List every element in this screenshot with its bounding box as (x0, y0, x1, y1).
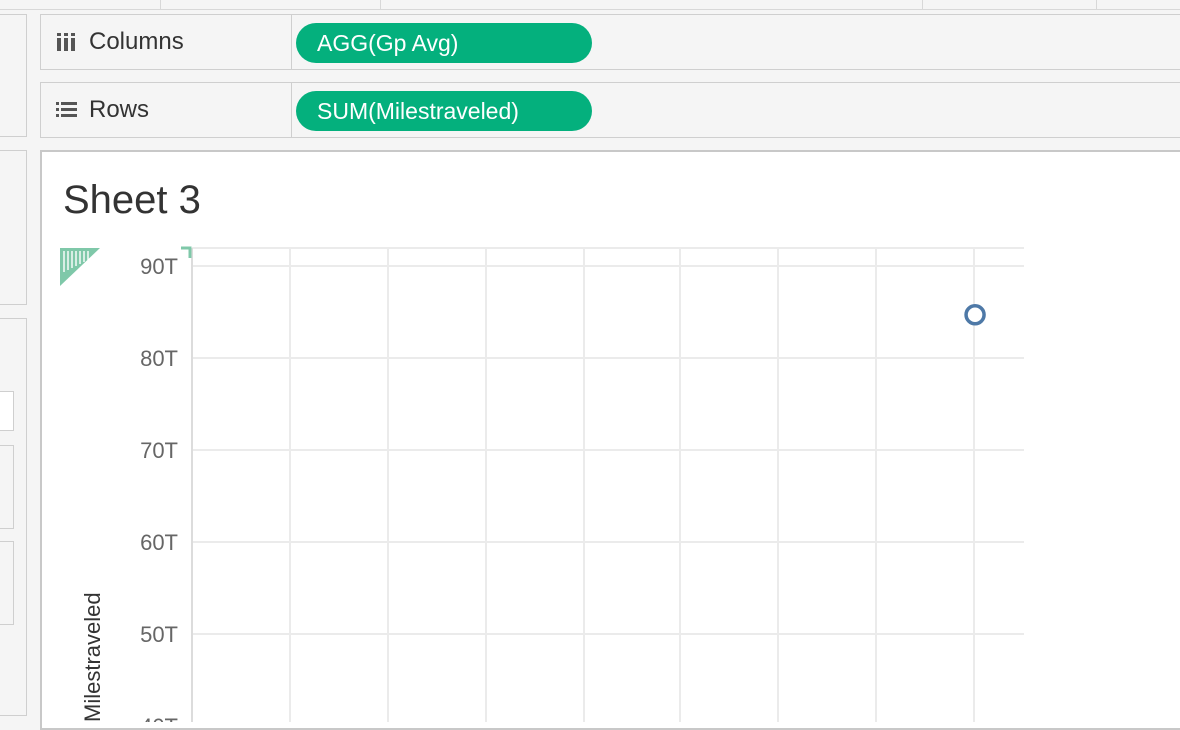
columns-shelf[interactable]: Columns AGG(Gp Avg) (40, 14, 1180, 70)
rows-pill[interactable]: SUM(Milestraveled) (296, 91, 592, 131)
columns-pill-label: AGG(Gp Avg) (317, 29, 459, 56)
top-strip (0, 0, 1180, 10)
divider (380, 0, 381, 10)
axis-corner-marker (181, 246, 192, 258)
marks-cards[interactable] (0, 445, 14, 529)
columns-pill[interactable]: AGG(Gp Avg) (296, 23, 592, 63)
y-tick-label: 50T (140, 622, 178, 647)
rows-shelf-label: Rows (41, 83, 292, 137)
left-panel-marks (0, 318, 27, 716)
columns-label: Columns (89, 28, 184, 55)
rows-shelf[interactable]: Rows SUM(Milestraveled) (40, 82, 1180, 138)
rows-pill-label: SUM(Milestraveled) (317, 97, 519, 124)
data-point[interactable] (964, 304, 986, 326)
marks-detail-area[interactable] (0, 541, 14, 625)
scatter-chart[interactable]: 40T 50T 60T 70T 80T 90T Milestraveled (42, 152, 1180, 722)
y-tick-label: 80T (140, 346, 178, 371)
rows-label: Rows (89, 96, 150, 123)
divider (922, 0, 923, 10)
y-tick-label: 40T (140, 714, 178, 722)
divider (1096, 0, 1097, 10)
sheet-view[interactable]: Sheet 3 40T50T60T70T80T90TMilestraveled (40, 150, 1180, 730)
columns-shelf-label: Columns (41, 15, 292, 69)
y-tick-label: 60T (140, 530, 178, 555)
left-panel-filters (0, 150, 27, 305)
columns-icon (55, 31, 77, 53)
rows-icon (55, 99, 77, 121)
left-panel-pages (0, 14, 27, 137)
marks-type-dropdown[interactable] (0, 391, 14, 431)
y-tick-label: 90T (140, 254, 178, 279)
divider (160, 0, 161, 10)
y-axis-title: Milestraveled (80, 592, 105, 722)
y-tick-label: 70T (140, 438, 178, 463)
